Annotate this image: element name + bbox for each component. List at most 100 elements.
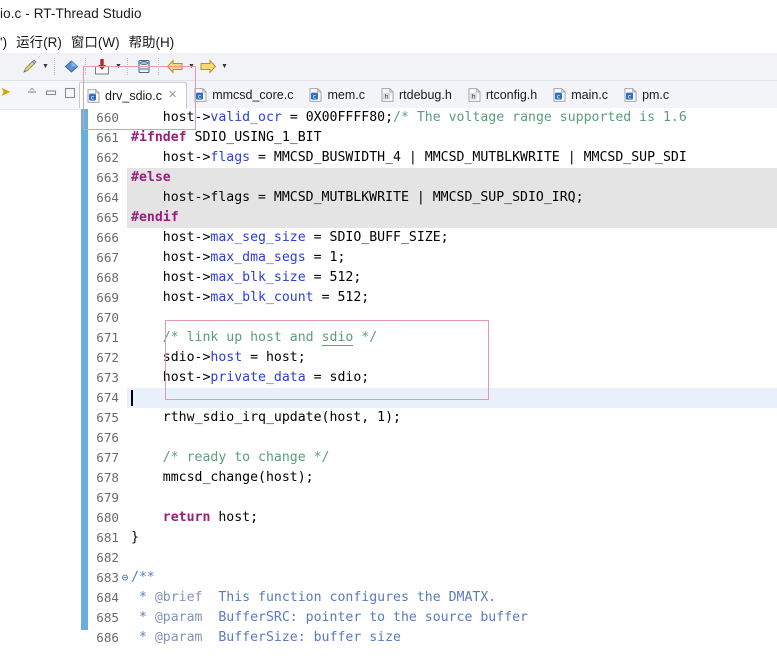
- code-line[interactable]: 665 #endif: [79, 208, 777, 228]
- editor-tab-label: drv_sdio.c: [105, 88, 162, 103]
- code-token: host->: [131, 150, 211, 165]
- code-line[interactable]: 677 /* ready to change */: [79, 448, 777, 468]
- editor-tab[interactable]: c drv_sdio.c ✕: [79, 82, 188, 109]
- code-token: BufferSize: buffer size: [202, 630, 401, 645]
- maximize-icon[interactable]: [64, 87, 76, 99]
- database-icon[interactable]: [134, 56, 154, 77]
- code-line[interactable]: 668 host->max_blk_size = 512;: [79, 268, 777, 288]
- forward-dropdown-icon[interactable]: ▼: [219, 56, 230, 77]
- code-line[interactable]: 666 host->max_seg_size = SDIO_BUFF_SIZE;: [79, 228, 777, 248]
- pencil-icon[interactable]: [19, 56, 39, 77]
- line-number: 666: [96, 230, 119, 245]
- c-file-icon: c: [309, 87, 323, 102]
- download-icon[interactable]: [92, 56, 112, 77]
- editor-tab[interactable]: c pm.c: [617, 82, 678, 108]
- menu-item[interactable]: '): [0, 35, 7, 50]
- code-line[interactable]: 661 #ifndef SDIO_USING_1_BIT: [79, 128, 777, 148]
- editor-tab[interactable]: h rtdebug.h: [374, 82, 461, 108]
- code-token: host->: [131, 290, 211, 305]
- toolbar-separator: [54, 58, 57, 75]
- code-token: #endif: [131, 210, 179, 225]
- left-arrow-icon[interactable]: [165, 56, 185, 77]
- svg-text:h: h: [384, 92, 388, 100]
- menu-item-list: ') 运行(R) 窗口(W) 帮助(H): [0, 31, 183, 51]
- menu-item[interactable]: 窗口(W): [71, 31, 120, 51]
- code-line[interactable]: 660 host->valid_ocr = 0X00FFFF80;/* The …: [79, 108, 777, 128]
- code-line[interactable]: 662 host->flags = MMCSD_BUSWIDTH_4 | MMC…: [79, 148, 777, 168]
- code-text: #endif: [131, 208, 179, 228]
- minimize-icon[interactable]: [45, 87, 57, 99]
- line-number: 682: [96, 550, 119, 565]
- code-line[interactable]: 663 #else: [79, 168, 777, 188]
- tab-close-icon[interactable]: ✕: [168, 90, 177, 101]
- code-line[interactable]: 675 rthw_sdio_irq_update(host, 1);: [79, 408, 777, 428]
- code-token: = 1;: [305, 250, 346, 265]
- code-token: flags: [210, 150, 251, 165]
- menu-item[interactable]: 运行(R): [16, 31, 62, 51]
- collapse-icon[interactable]: [26, 87, 38, 99]
- code-line[interactable]: 670: [79, 308, 777, 328]
- code-token: = sdio;: [305, 370, 370, 385]
- code-line[interactable]: 686 * @param BufferSize: buffer size: [79, 628, 777, 648]
- code-text: * @param BufferSize: buffer size: [131, 628, 401, 648]
- editor-tab[interactable]: h rtconfig.h: [461, 82, 546, 108]
- line-number: 675: [96, 410, 119, 425]
- line-number: 684: [96, 590, 119, 605]
- code-line[interactable]: 664 host->flags = MMCSD_MUTBLKWRITE | MM…: [79, 188, 777, 208]
- code-token: max_seg_size: [210, 230, 306, 245]
- line-number: 686: [96, 630, 119, 645]
- code-line[interactable]: 667 host->max_dma_segs = 1;: [79, 248, 777, 268]
- download-dropdown-icon[interactable]: ▼: [113, 56, 124, 77]
- code-line[interactable]: 673 host->private_data = sdio;: [79, 368, 777, 388]
- line-number: 676: [96, 430, 119, 445]
- menu-item[interactable]: 帮助(H): [129, 31, 175, 51]
- back-dropdown-icon[interactable]: ▼: [186, 56, 197, 77]
- code-token: /* The voltage range supported is 1.6: [393, 110, 687, 125]
- editor-tab[interactable]: c main.c: [546, 82, 617, 108]
- code-token: @param: [154, 630, 203, 645]
- code-token: /* link up host and: [131, 330, 322, 345]
- code-token: return: [131, 510, 211, 525]
- code-text: /* link up host and sdio */: [131, 328, 377, 348]
- code-line[interactable]: 679: [79, 488, 777, 508]
- code-text: host->max_dma_segs = 1;: [131, 248, 346, 268]
- code-line[interactable]: 672 sdio->host = host;: [79, 348, 777, 368]
- code-text: /**: [131, 568, 155, 588]
- code-line[interactable]: 678 mmcsd_change(host);: [79, 468, 777, 488]
- code-token: max_blk_size: [210, 270, 306, 285]
- code-token: host->: [131, 250, 211, 265]
- code-token: *: [131, 590, 155, 605]
- code-token: valid_ocr: [210, 110, 282, 125]
- right-arrow-icon[interactable]: [198, 56, 218, 77]
- line-number: 671: [96, 330, 119, 345]
- view-toggle-icon[interactable]: ➤: [0, 85, 11, 98]
- toolbar: ▼ ▼ ▼ ▼: [0, 53, 777, 81]
- editor-tab[interactable]: c mmcsd_core.c: [187, 82, 302, 108]
- editor-tab-label: rtdebug.h: [398, 88, 452, 102]
- code-token: = host;: [242, 350, 306, 365]
- line-number: 668: [96, 270, 119, 285]
- code-token: @param: [154, 610, 203, 625]
- code-view[interactable]: 660 host->valid_ocr = 0X00FFFF80;/* The …: [79, 108, 777, 663]
- editor-tab[interactable]: c mem.c: [302, 82, 374, 108]
- code-fold-icon[interactable]: ⊖: [120, 568, 130, 588]
- code-line[interactable]: 680 return host;: [79, 508, 777, 528]
- code-line[interactable]: 669 host->max_blk_count = 512;: [79, 288, 777, 308]
- svg-text:c: c: [313, 92, 317, 100]
- code-line[interactable]: 684 * @brief This function configures th…: [79, 588, 777, 608]
- svg-text:c: c: [198, 92, 202, 100]
- code-line[interactable]: 674: [79, 388, 777, 408]
- code-line[interactable]: 682: [79, 548, 777, 568]
- h-file-icon: h: [381, 87, 394, 102]
- diamond-icon[interactable]: [61, 56, 81, 77]
- code-text: host->max_seg_size = SDIO_BUFF_SIZE;: [131, 228, 449, 248]
- pencil-dropdown-icon[interactable]: ▼: [40, 56, 51, 77]
- code-line[interactable]: 676: [79, 428, 777, 448]
- code-line[interactable]: 683 ⊖/**: [79, 568, 777, 588]
- code-line[interactable]: 685 * @param BufferSRC: pointer to the s…: [79, 608, 777, 628]
- title-bar: io.c - RT-Thread Studio: [0, 0, 777, 28]
- code-line[interactable]: 681}: [79, 528, 777, 548]
- code-text: host->flags = MMCSD_BUSWIDTH_4 | MMCSD_M…: [131, 148, 687, 168]
- editor-tab-label: rtconfig.h: [485, 88, 538, 102]
- code-line[interactable]: 671 /* link up host and sdio */: [79, 328, 777, 348]
